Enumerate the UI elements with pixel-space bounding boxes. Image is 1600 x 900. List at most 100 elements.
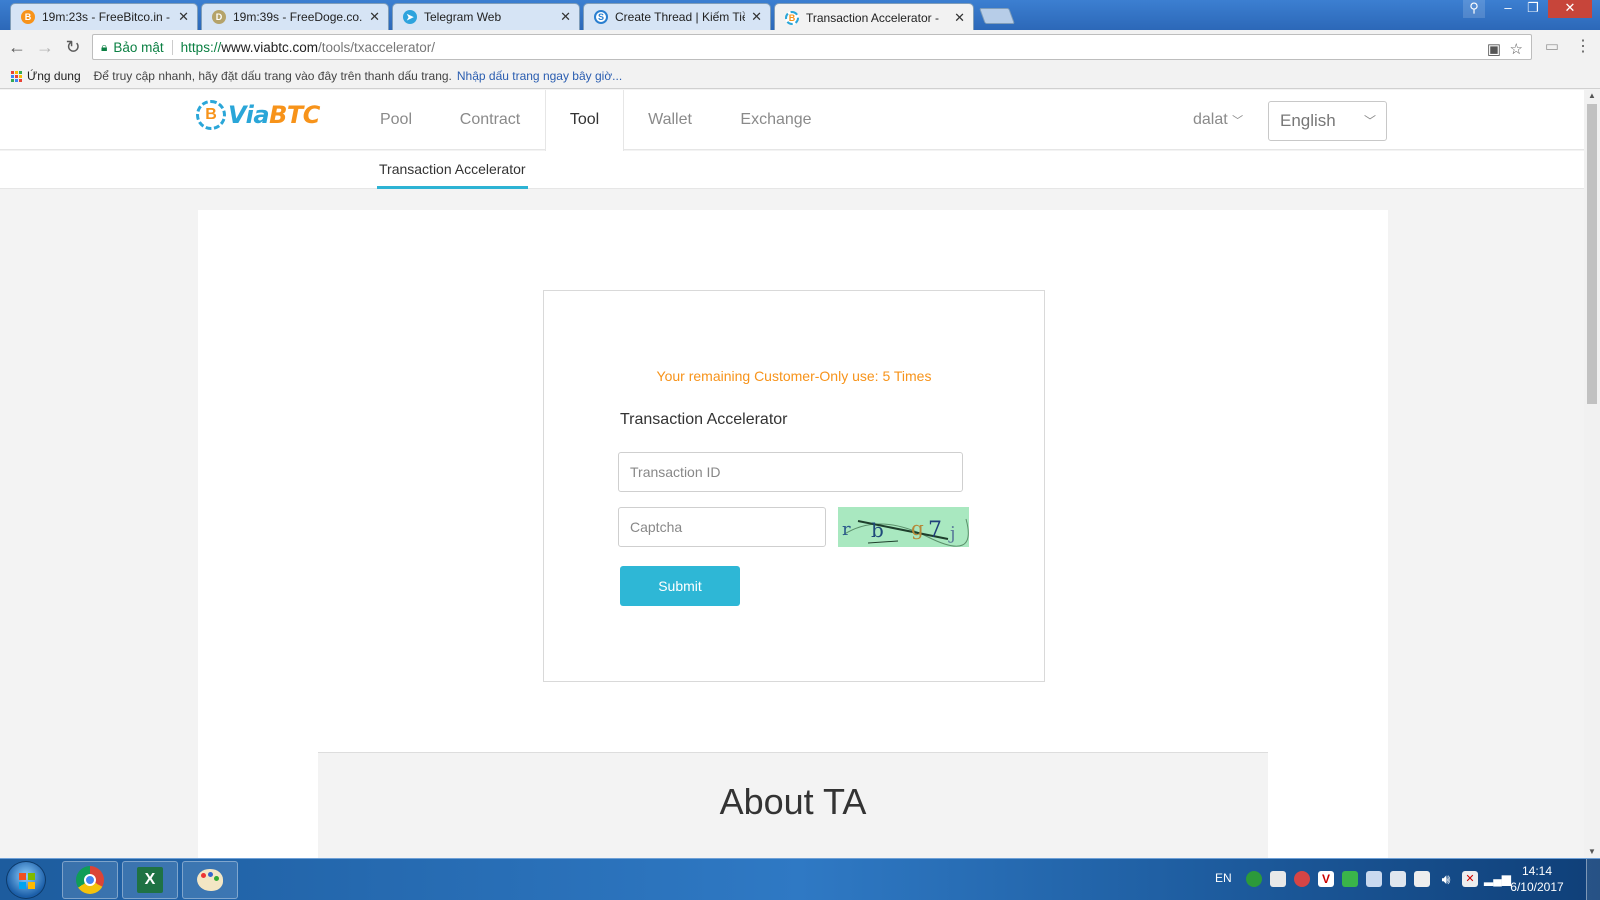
svg-text:j: j <box>948 523 956 544</box>
chrome-icon <box>76 866 104 894</box>
tray-app-icon[interactable] <box>1246 871 1262 887</box>
chevron-down-icon: ﹀ <box>1232 115 1244 127</box>
transaction-id-input[interactable] <box>618 452 963 492</box>
tray-usb-icon[interactable] <box>1414 871 1430 887</box>
svg-text:r: r <box>842 519 851 540</box>
browser-tab-freebitco[interactable]: B 19m:23s - FreeBitco.in - W ✕ <box>10 3 198 30</box>
tab-close-icon[interactable]: ✕ <box>560 9 571 25</box>
url-path: /tools/txaccelerator/ <box>317 39 436 55</box>
action-center-flag-icon[interactable]: ✕ <box>1462 871 1478 887</box>
nav-tool[interactable]: Tool <box>545 90 624 151</box>
clock-time: 14:14 <box>1521 864 1553 878</box>
tray-device-icon[interactable] <box>1390 871 1406 887</box>
import-bookmarks-link[interactable]: Nhập dấu trang ngay bây giờ... <box>457 69 622 83</box>
restore-window-icon[interactable]: ❐ <box>1522 0 1544 18</box>
taskbar-excel[interactable]: X <box>122 861 178 899</box>
tray-green-app-icon[interactable] <box>1342 871 1358 887</box>
scroll-up-arrow-icon[interactable]: ▲ <box>1584 90 1600 102</box>
tab-title: 19m:23s - FreeBitco.in - W <box>42 10 173 24</box>
logo-text-via: Via <box>228 101 270 129</box>
bookmarks-hint: Để truy cập nhanh, hãy đặt dấu trang vào… <box>93 69 452 83</box>
secure-label: Bảo mật <box>113 39 173 55</box>
show-desktop-button[interactable] <box>1586 859 1600 900</box>
chrome-menu-icon[interactable]: ⋮ <box>1572 36 1594 58</box>
browser-tab-strip: B 19m:23s - FreeBitco.in - W ✕ D 19m:39s… <box>0 0 1600 31</box>
viabtc-coin-icon: B <box>196 100 226 130</box>
browser-tab-freedoge[interactable]: D 19m:39s - FreeDoge.co.in ✕ <box>201 3 389 30</box>
back-arrow-icon[interactable]: ← <box>6 36 28 58</box>
network-signal-icon[interactable]: ▂▄▆ <box>1484 871 1511 887</box>
language-value: English <box>1280 111 1336 130</box>
viabtc-favicon-icon: B <box>785 10 799 25</box>
start-button[interactable] <box>6 861 46 899</box>
clock-date: 6/10/2017 <box>1510 880 1564 894</box>
reload-icon[interactable]: ↻ <box>62 36 84 58</box>
address-bar[interactable]: 🔒︎ Bảo mật https:// www.viabtc.com /tool… <box>92 34 1532 60</box>
camera-extension-icon[interactable]: ▭ <box>1541 36 1563 58</box>
about-title: About TA <box>719 781 867 822</box>
excel-icon: X <box>137 867 163 893</box>
bitcoin-favicon-icon: B <box>21 10 35 24</box>
submit-button[interactable]: Submit <box>620 566 740 606</box>
browser-toolbar: ← → ↻ 🔒︎ Bảo mật https:// www.viabtc.com… <box>0 30 1600 64</box>
tray-keyboard-icon[interactable] <box>1270 871 1286 887</box>
taskbar-paint[interactable] <box>182 861 238 899</box>
scrollbar-thumb[interactable] <box>1587 104 1597 404</box>
bookmark-star-icon[interactable]: ☆ <box>1510 40 1523 58</box>
nav-wallet[interactable]: Wallet <box>640 90 700 150</box>
accelerator-form-card: Your remaining Customer-Only use: 5 Time… <box>543 290 1045 682</box>
apps-grid-icon[interactable] <box>11 70 22 82</box>
new-tab-button[interactable] <box>979 8 1015 24</box>
remaining-uses-message: Your remaining Customer-Only use: 5 Time… <box>656 368 932 384</box>
paint-palette-icon <box>197 869 223 891</box>
forum-favicon-icon: S <box>594 10 608 24</box>
taskbar-chrome[interactable] <box>62 861 118 899</box>
user-profile-icon[interactable]: ⚲ <box>1463 0 1485 18</box>
scroll-down-arrow-icon[interactable]: ▼ <box>1584 846 1600 858</box>
dogecoin-favicon-icon: D <box>212 10 226 24</box>
telegram-favicon-icon: ➤ <box>403 10 417 24</box>
viabtc-logo[interactable]: B ViaBTC <box>196 100 320 130</box>
page-scrollbar[interactable]: ▲ ▼ <box>1584 90 1600 858</box>
page-viewport: B ViaBTC Pool Contract Tool Wallet Excha… <box>0 90 1584 858</box>
volume-icon[interactable]: 🔊︎ <box>1438 871 1454 887</box>
site-header: B ViaBTC Pool Contract Tool Wallet Excha… <box>0 90 1584 151</box>
tab-title: Transaction Accelerator - <box>806 10 939 25</box>
apps-shortcut-label[interactable]: Ứng dung <box>27 69 81 83</box>
tab-title: 19m:39s - FreeDoge.co.in <box>233 10 364 24</box>
tab-transaction-accelerator[interactable]: Transaction Accelerator <box>377 151 528 189</box>
tray-vivaldi-icon[interactable]: V <box>1318 871 1334 887</box>
translate-icon[interactable]: ▣ <box>1487 40 1501 58</box>
captcha-input[interactable] <box>618 507 826 547</box>
svg-text:b: b <box>871 518 884 542</box>
tab-close-icon[interactable]: ✕ <box>751 9 762 25</box>
tray-pen-icon[interactable] <box>1366 871 1382 887</box>
browser-tab-create-thread[interactable]: S Create Thread | Kiếm Tiền ✕ <box>583 3 771 30</box>
username: dalat <box>1193 111 1228 128</box>
browser-tab-transaction-accelerator[interactable]: B Transaction Accelerator - ✕ <box>774 3 974 31</box>
nav-contract[interactable]: Contract <box>450 90 530 150</box>
minimize-window-icon[interactable]: – <box>1497 0 1519 18</box>
user-menu[interactable]: dalat ﹀ <box>1193 90 1243 150</box>
tab-close-icon[interactable]: ✕ <box>178 9 189 25</box>
chevron-down-icon: ﹀ <box>1363 114 1376 128</box>
windows-logo-icon <box>19 873 35 889</box>
url-scheme: https:// <box>180 39 222 55</box>
svg-text:7: 7 <box>928 518 942 543</box>
nav-exchange[interactable]: Exchange <box>733 90 819 150</box>
sub-navigation: Transaction Accelerator <box>0 151 1584 189</box>
tray-security-icon[interactable] <box>1294 871 1310 887</box>
forward-arrow-icon[interactable]: → <box>34 36 56 58</box>
captcha-image[interactable]: r b g 7 j <box>838 507 969 547</box>
tab-close-icon[interactable]: ✕ <box>954 10 965 26</box>
input-language[interactable]: EN <box>1215 871 1232 885</box>
language-select[interactable]: English ﹀ <box>1268 101 1387 141</box>
close-window-icon[interactable]: ✕ <box>1548 0 1592 18</box>
tab-close-icon[interactable]: ✕ <box>369 9 380 25</box>
system-clock[interactable]: 14:14 6/10/2017 <box>1502 863 1572 895</box>
browser-tab-telegram[interactable]: ➤ Telegram Web ✕ <box>392 3 580 30</box>
windows-taskbar: X EN V 🔊︎ ✕ ▂▄▆ 14:14 6/10/2017 <box>0 858 1600 900</box>
nav-pool[interactable]: Pool <box>366 90 426 150</box>
bookmarks-bar: Ứng dung Để truy cập nhanh, hãy đặt dấu … <box>0 64 1600 89</box>
lock-icon: 🔒︎ <box>101 39 108 54</box>
